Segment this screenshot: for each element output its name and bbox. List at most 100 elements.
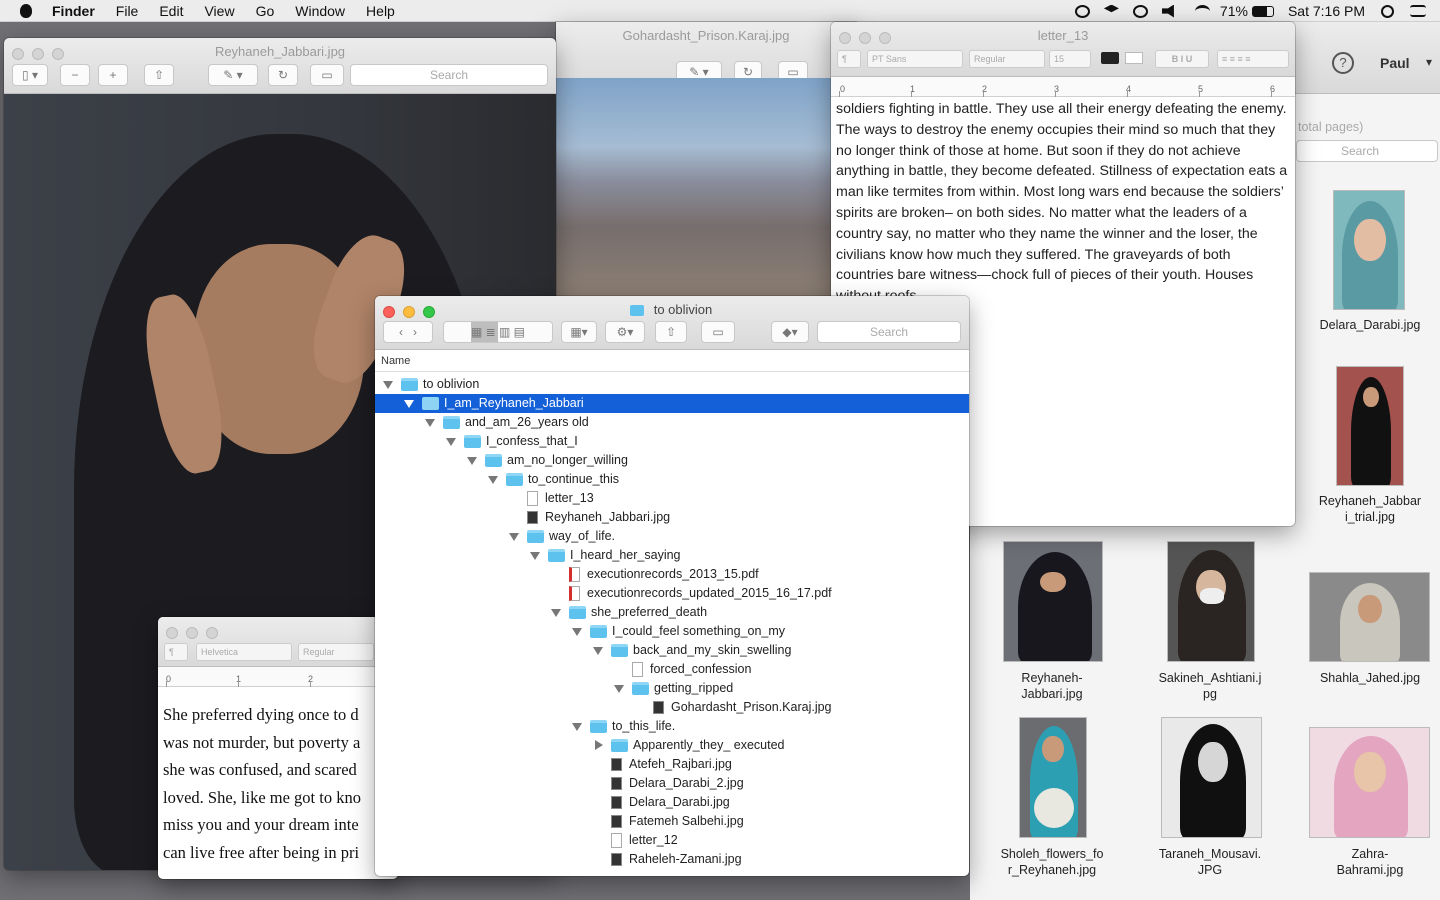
file-row[interactable]: Delara_Darabi.jpg [375, 793, 969, 812]
file-row[interactable]: executionrecords_2013_15.pdf [375, 565, 969, 584]
dropbox-icon[interactable]: ◆▾ [771, 321, 809, 343]
folder-row[interactable]: am_no_longer_willing [375, 451, 969, 470]
disclosure-triangle-open-icon[interactable] [572, 628, 582, 636]
markup-button[interactable]: ✎ ▾ [208, 64, 258, 86]
wifi-icon[interactable] [1194, 4, 1210, 18]
highlight-color-swatch[interactable] [1125, 52, 1143, 64]
document-text[interactable]: She preferred dying once to d was not mu… [163, 701, 398, 866]
column-header-name[interactable]: Name [375, 350, 969, 372]
folder-row[interactable]: to oblivion [375, 375, 969, 394]
font-size-select[interactable]: 15 [1049, 50, 1091, 68]
document-text-paragraph-1[interactable]: soldiers fighting in battle. They use al… [836, 99, 1290, 307]
disclosure-triangle-open-icon[interactable] [614, 685, 624, 693]
disclosure-triangle-open-icon[interactable] [404, 400, 414, 408]
file-row[interactable]: Delara_Darabi_2.jpg [375, 774, 969, 793]
sync-status-icon[interactable] [1074, 4, 1090, 18]
rotate-button[interactable]: ↻ [268, 64, 298, 86]
desktop-icon-shahla-jahed[interactable] [1309, 572, 1430, 662]
file-row[interactable]: Gohardasht_Prison.Karaj.jpg [375, 698, 969, 717]
folder-row[interactable]: I_could_feel something_on_my [375, 622, 969, 641]
folder-row[interactable]: to_continue_this [375, 470, 969, 489]
back-forward-buttons[interactable]: ‹ › [383, 321, 433, 343]
file-row[interactable]: Fatemeh Salbehi.jpg [375, 812, 969, 831]
disclosure-triangle-closed-icon[interactable] [595, 740, 603, 750]
zoom-button[interactable] [206, 627, 218, 639]
spotlight-search-icon[interactable] [1381, 4, 1394, 18]
file-row[interactable]: Reyhaneh_Jabbari.jpg [375, 508, 969, 527]
search-input[interactable]: Search [817, 321, 961, 343]
disclosure-triangle-open-icon[interactable] [593, 647, 603, 655]
alignment-buttons[interactable]: ≡ ≡ ≡ ≡ [1217, 50, 1289, 68]
share-icon[interactable]: ⇧ [144, 64, 174, 86]
menu-app-name[interactable]: Finder [52, 3, 95, 19]
disclosure-triangle-open-icon[interactable] [509, 533, 519, 541]
desktop-icon-reyhaneh-jabbari[interactable] [1003, 541, 1103, 662]
folder-row[interactable]: I_am_Reyhaneh_Jabbari [375, 394, 969, 413]
toolbox-button[interactable]: ▭ [310, 64, 344, 86]
bold-italic-underline-buttons[interactable]: B I U [1155, 50, 1209, 68]
zoom-in-icon[interactable]: + [98, 64, 128, 86]
desktop-icon-sholeh-flowers[interactable] [1019, 717, 1087, 838]
folder-row[interactable]: to_this_life. [375, 717, 969, 736]
menu-go[interactable]: Go [256, 3, 275, 19]
view-mode-switcher[interactable]: ▦ ≣ ▥ ▤ [443, 321, 553, 343]
notification-center-icon[interactable] [1410, 5, 1426, 17]
volume-icon[interactable] [1161, 4, 1174, 18]
disclosure-triangle-open-icon[interactable] [383, 381, 393, 389]
menu-view[interactable]: View [204, 3, 234, 19]
search-input[interactable]: Search [1296, 140, 1438, 162]
tag-icon[interactable]: ▭ [701, 321, 735, 343]
folder-row[interactable]: and_am_26_years old [375, 413, 969, 432]
share-icon[interactable]: ⇧ [655, 321, 687, 343]
arrange-button[interactable]: ▦▾ [561, 321, 597, 343]
disclosure-triangle-open-icon[interactable] [530, 552, 540, 560]
file-row[interactable]: letter_13 [375, 489, 969, 508]
menu-file[interactable]: File [116, 3, 139, 19]
sidebar-toggle-button[interactable]: ▯ ▾ [12, 64, 48, 86]
gear-icon[interactable]: ⚙▾ [605, 321, 645, 343]
font-family-select[interactable]: PT Sans [867, 50, 963, 68]
file-row[interactable]: Atefeh_Rajbari.jpg [375, 755, 969, 774]
disclosure-triangle-open-icon[interactable] [446, 438, 456, 446]
menu-edit[interactable]: Edit [159, 3, 183, 19]
folder-row[interactable]: way_of_life. [375, 527, 969, 546]
battery-icon[interactable] [1251, 5, 1274, 17]
paragraph-style-select[interactable]: ¶ [837, 50, 861, 68]
dropbox-icon[interactable] [1103, 4, 1119, 13]
file-row[interactable]: forced_confession [375, 660, 969, 679]
font-style-select[interactable]: Regular [969, 50, 1045, 68]
text-color-swatch[interactable] [1101, 52, 1119, 64]
file-row[interactable]: executionrecords_updated_2015_16_17.pdf [375, 584, 969, 603]
desktop-icon-taraneh-mousavi[interactable] [1161, 717, 1262, 838]
pages-dropdown[interactable]: total pages) [1298, 120, 1363, 134]
file-row[interactable]: letter_12 [375, 831, 969, 850]
desktop-icon-sakineh-ashtiani[interactable] [1167, 541, 1255, 662]
font-family-select[interactable]: Helvetica [196, 643, 292, 661]
search-input[interactable]: Search [350, 64, 548, 86]
file-row[interactable]: Raheleh-Zamani.jpg [375, 850, 969, 869]
folder-row[interactable]: she_preferred_death [375, 603, 969, 622]
zoom-out-icon[interactable]: − [60, 64, 90, 86]
menu-help[interactable]: Help [366, 3, 395, 19]
minimize-button[interactable] [186, 627, 198, 639]
disclosure-triangle-open-icon[interactable] [572, 723, 582, 731]
menu-clock[interactable]: Sat 7:16 PM [1288, 3, 1365, 19]
desktop-icon-reyhaneh-trial[interactable] [1336, 366, 1404, 486]
disclosure-triangle-open-icon[interactable] [551, 609, 561, 617]
desktop-icon-zahra-bahrami[interactable] [1309, 727, 1430, 838]
apple-menu-icon[interactable] [20, 3, 32, 18]
folder-row[interactable]: back_and_my_skin_swelling [375, 641, 969, 660]
user-name[interactable]: Paul [1380, 55, 1410, 71]
folder-row[interactable]: Apparently_they_ executed [375, 736, 969, 755]
help-icon[interactable]: ? [1332, 52, 1354, 74]
disclosure-triangle-open-icon[interactable] [425, 419, 435, 427]
creative-cloud-icon[interactable] [1132, 4, 1148, 18]
folder-row[interactable]: I_confess_that_I [375, 432, 969, 451]
menu-window[interactable]: Window [295, 3, 345, 19]
disclosure-triangle-open-icon[interactable] [488, 476, 498, 484]
chevron-down-icon[interactable]: ▾ [1426, 55, 1432, 69]
desktop-icon-delara-darabi[interactable] [1333, 190, 1405, 310]
paragraph-style-select[interactable]: ¶ [164, 643, 188, 661]
font-style-select[interactable]: Regular [298, 643, 374, 661]
close-button[interactable] [166, 627, 178, 639]
